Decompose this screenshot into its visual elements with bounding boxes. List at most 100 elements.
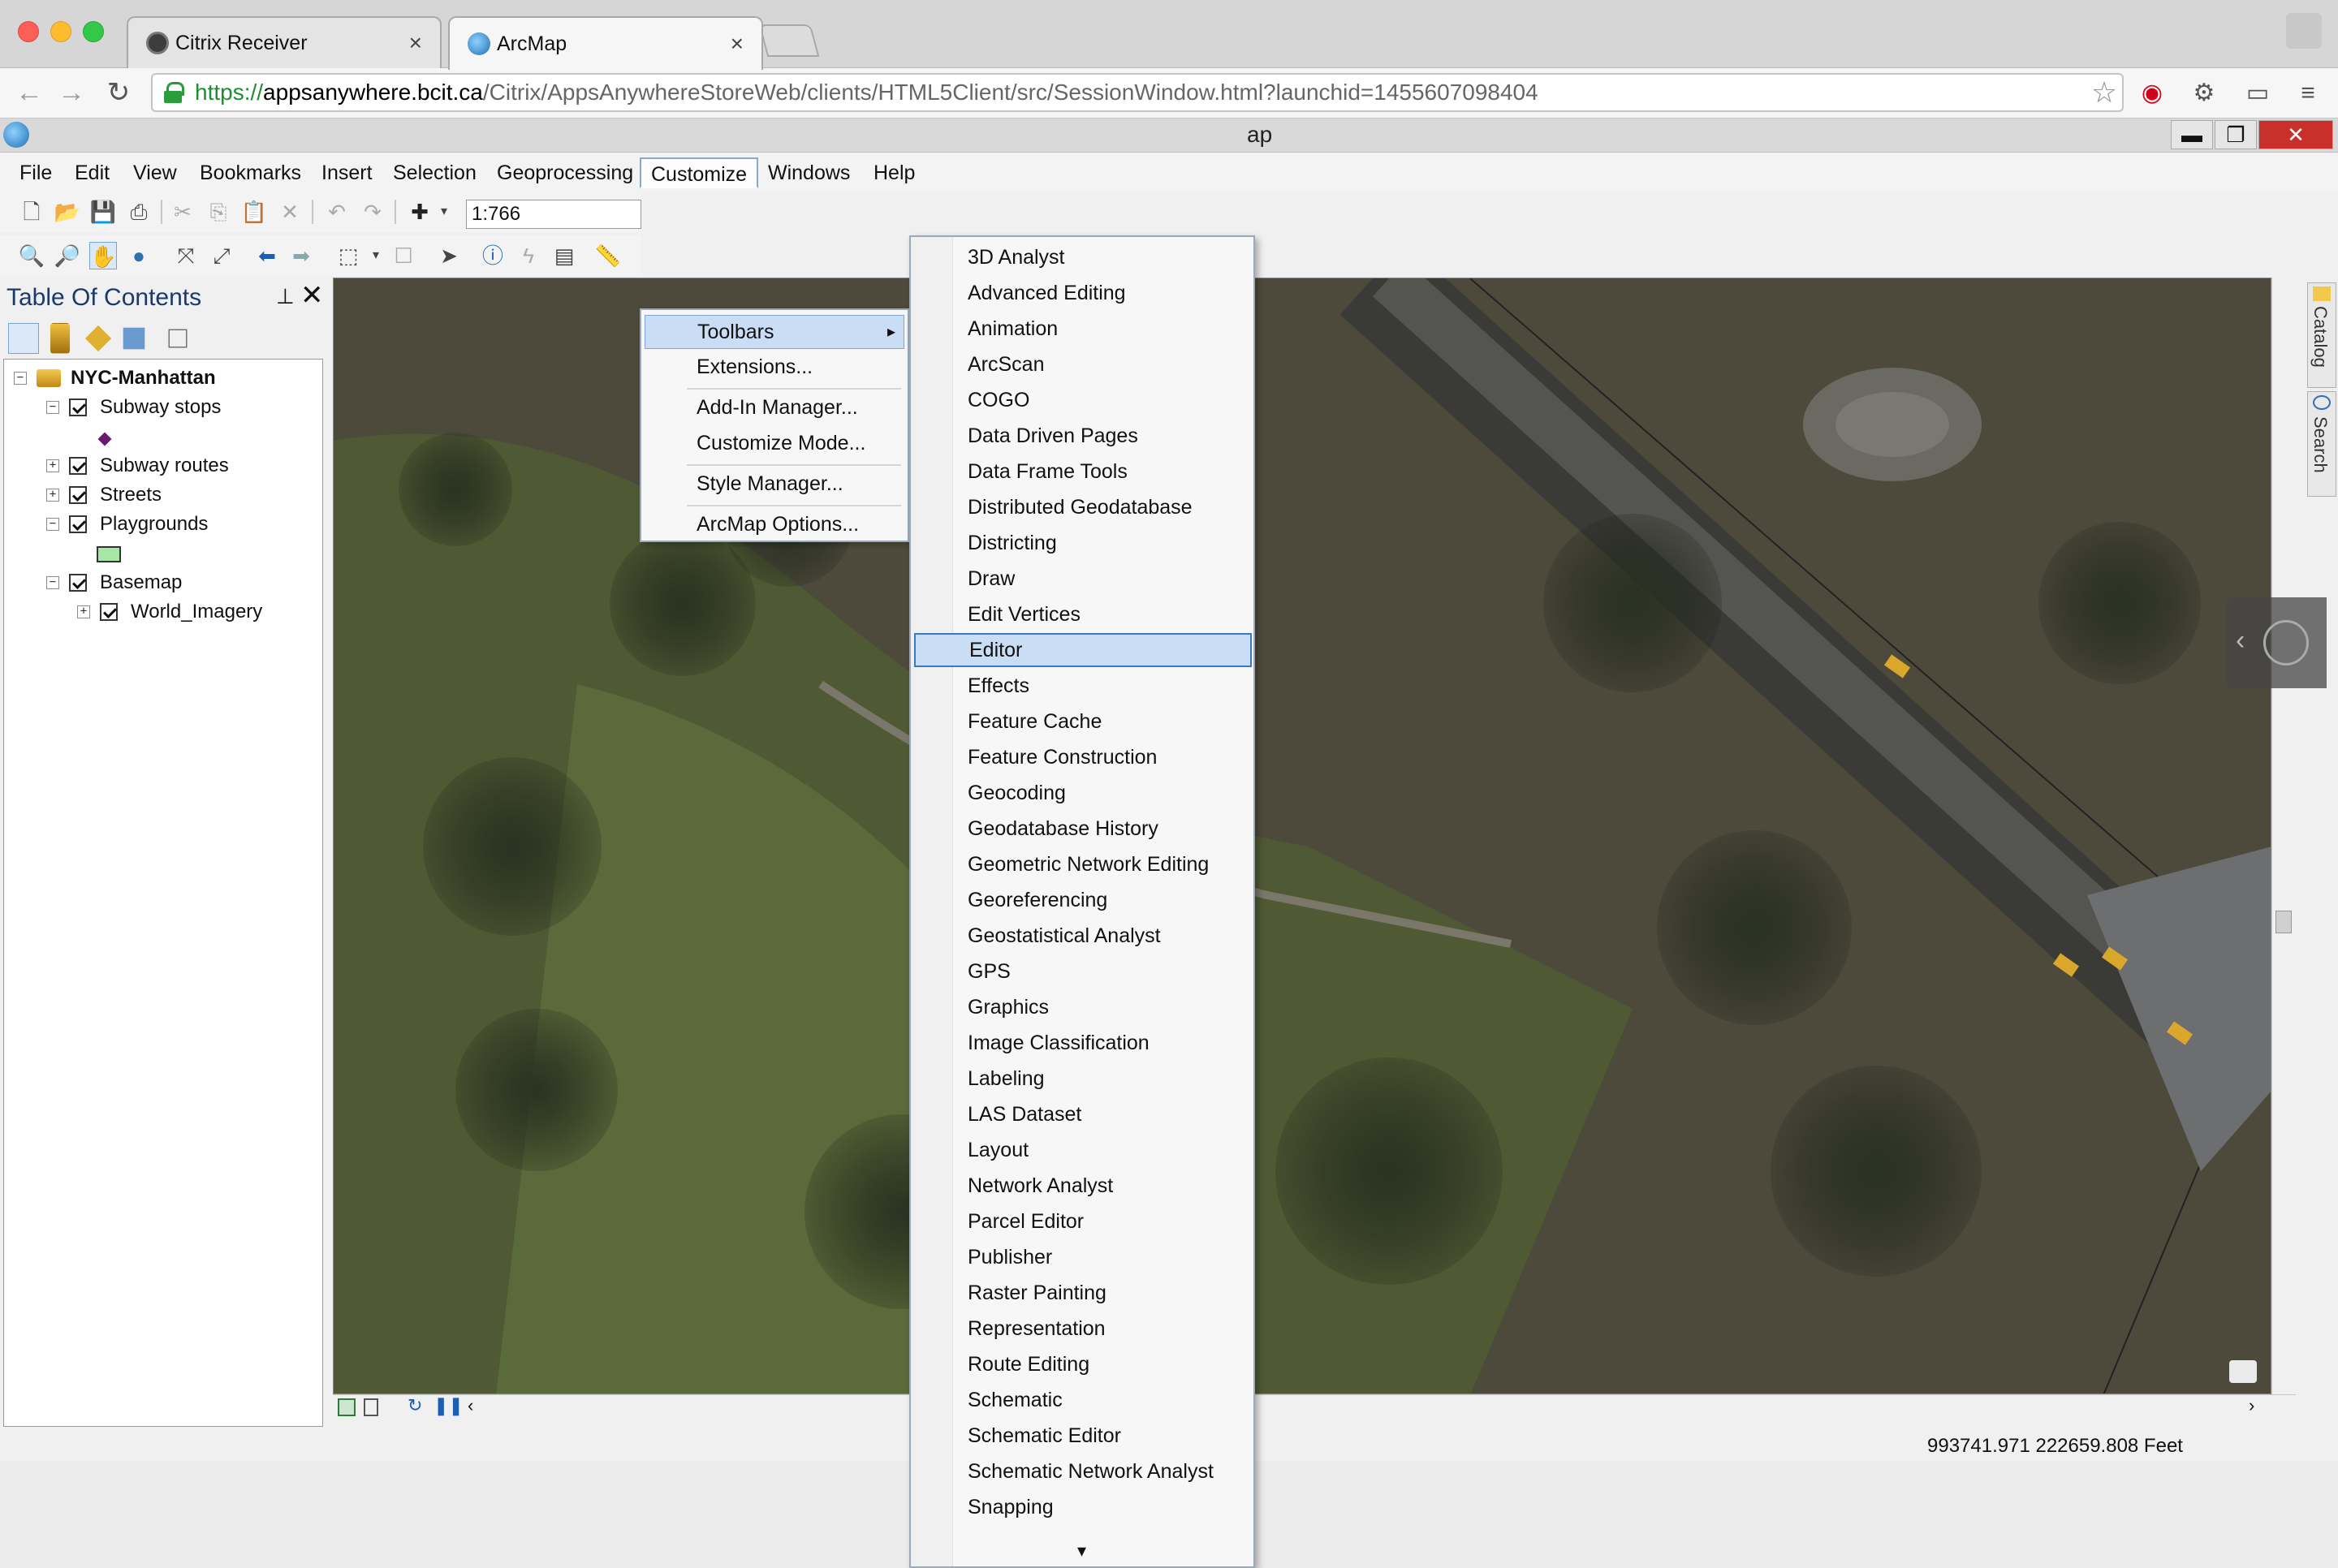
minimize-button[interactable]: ▬ <box>2171 120 2213 149</box>
list-by-source-icon[interactable] <box>50 323 70 354</box>
toolbar-menu-item-las-dataset[interactable]: LAS Dataset <box>914 1097 1252 1131</box>
menu-item-add-in-manager[interactable]: Add-In Manager... <box>645 391 904 425</box>
undo-icon[interactable]: ↶ <box>323 198 351 226</box>
toolbar-menu-item-publisher[interactable]: Publisher <box>914 1240 1252 1274</box>
collapse-icon[interactable]: − <box>46 401 59 414</box>
toolbar-menu-item-arcscan[interactable]: ArcScan <box>914 347 1252 381</box>
extension-icon[interactable]: ⚙ <box>2187 76 2221 110</box>
pause-drawing-icon[interactable]: ❚❚ <box>434 1395 464 1416</box>
identify-icon[interactable]: ⓘ <box>479 242 507 269</box>
cut-icon[interactable]: ✂ <box>169 198 196 226</box>
fixed-zoom-in-icon[interactable]: ⤧ <box>172 242 200 269</box>
collapse-icon[interactable]: − <box>46 576 59 589</box>
window-minimize-dot[interactable] <box>50 21 71 42</box>
chevron-down-icon[interactable]: ▾ <box>430 198 458 226</box>
chat-icon[interactable] <box>2229 1360 2257 1383</box>
select-elements-icon[interactable]: ➤ <box>435 242 463 269</box>
window-zoom-dot[interactable] <box>83 21 104 42</box>
options-icon[interactable] <box>168 329 188 348</box>
menu-insert[interactable]: Insert <box>312 157 382 188</box>
bookmark-star-icon[interactable]: ☆ <box>2086 75 2122 110</box>
tab-arcmap[interactable]: ArcMap × <box>448 16 763 70</box>
layer-visibility-checkbox[interactable] <box>69 457 87 475</box>
menu-icon[interactable]: ≡ <box>2291 76 2325 110</box>
map-display[interactable] <box>333 278 2271 1394</box>
catalog-dock-tab[interactable]: Catalog <box>2307 282 2336 388</box>
collapse-icon[interactable]: − <box>46 518 59 531</box>
toolbar-menu-item-graphics[interactable]: Graphics <box>914 990 1252 1024</box>
fixed-zoom-out-icon[interactable]: ⤢ <box>208 242 235 269</box>
layer-visibility-checkbox[interactable] <box>100 603 118 621</box>
zoom-in-icon[interactable]: 🔍 <box>18 242 45 269</box>
tab-citrix-receiver[interactable]: Citrix Receiver × <box>127 16 442 68</box>
layer-visibility-checkbox[interactable] <box>69 574 87 592</box>
select-features-icon[interactable]: ⬚ <box>334 242 362 269</box>
toolbar-menu-item-feature-construction[interactable]: Feature Construction <box>914 740 1252 774</box>
toolbar-menu-item-animation[interactable]: Animation <box>914 312 1252 346</box>
toolbar-menu-item-geodatabase-history[interactable]: Geodatabase History <box>914 812 1252 846</box>
refresh-icon[interactable]: ↻ <box>408 1395 422 1416</box>
save-icon[interactable]: 💾 <box>89 198 117 226</box>
map-horizontal-scrollbar[interactable]: ↻ ❚❚ ‹ › <box>333 1394 2296 1419</box>
clear-selection-icon[interactable]: ☐ <box>390 242 417 269</box>
expand-icon[interactable]: + <box>46 459 59 472</box>
back-extent-icon[interactable]: ⬅ <box>253 242 281 269</box>
scroll-down-icon[interactable]: ▾ <box>1077 1540 1086 1562</box>
toolbar-menu-item-geometric-network-editing[interactable]: Geometric Network Editing <box>914 847 1252 881</box>
back-icon[interactable]: ← <box>11 75 47 110</box>
expand-icon[interactable]: + <box>77 605 90 618</box>
cast-icon[interactable]: ▭ <box>2241 76 2275 110</box>
toolbar-menu-item-districting[interactable]: Districting <box>914 526 1252 560</box>
menu-item-arcmap-options[interactable]: ArcMap Options... <box>645 508 904 542</box>
measure-icon[interactable]: 📏 <box>594 242 622 269</box>
toolbar-menu-item-schematic[interactable]: Schematic <box>914 1383 1252 1417</box>
forward-icon[interactable]: → <box>54 75 89 110</box>
address-bar[interactable]: https://appsanywhere.bcit.ca/Citrix/Apps… <box>151 73 2124 112</box>
chevron-down-icon[interactable]: ▾ <box>362 242 390 269</box>
redo-icon[interactable]: ↷ <box>359 198 386 226</box>
close-icon[interactable]: ✕ <box>300 279 324 312</box>
toolbar-menu-item-3d-analyst[interactable]: 3D Analyst <box>914 240 1252 274</box>
reload-icon[interactable]: ↻ <box>101 75 136 110</box>
toolbar-menu-item-cogo[interactable]: COGO <box>914 383 1252 417</box>
toolbar-menu-item-data-driven-pages[interactable]: Data Driven Pages <box>914 419 1252 453</box>
menu-view[interactable]: View <box>123 157 187 188</box>
menu-item-customize-mode[interactable]: Customize Mode... <box>645 427 904 461</box>
layer-visibility-checkbox[interactable] <box>69 486 87 504</box>
toolbar-menu-item-representation[interactable]: Representation <box>914 1312 1252 1346</box>
toolbar-menu-item-geostatistical-analyst[interactable]: Geostatistical Analyst <box>914 919 1252 953</box>
menu-selection[interactable]: Selection <box>383 157 486 188</box>
toolbar-menu-item-layout[interactable]: Layout <box>914 1133 1252 1167</box>
window-close-dot[interactable] <box>18 21 39 42</box>
menu-item-toolbars[interactable]: Toolbars ▸ <box>645 315 904 349</box>
toc-layer-subway-stops[interactable]: − Subway stops <box>46 394 221 421</box>
scroll-thumb[interactable] <box>2275 911 2292 933</box>
menu-edit[interactable]: Edit <box>65 157 119 188</box>
search-dock-tab[interactable]: Search <box>2307 391 2336 497</box>
open-folder-icon[interactable]: 📂 <box>54 198 81 226</box>
toolbar-menu-item-parcel-editor[interactable]: Parcel Editor <box>914 1204 1252 1238</box>
new-document-icon[interactable]: 🗋 <box>18 198 45 226</box>
copy-icon[interactable]: ⎘ <box>205 198 232 226</box>
map-vertical-scrollbar[interactable] <box>2271 278 2296 1394</box>
layer-visibility-checkbox[interactable] <box>69 515 87 533</box>
toolbar-menu-item-labeling[interactable]: Labeling <box>914 1062 1252 1096</box>
hyperlink-icon[interactable]: ϟ <box>515 242 542 269</box>
toolbar-menu-item-feature-cache[interactable]: Feature Cache <box>914 704 1252 739</box>
toolbar-menu-item-advanced-editing[interactable]: Advanced Editing <box>914 276 1252 310</box>
toc-layer-world-imagery[interactable]: + World_Imagery <box>77 598 262 626</box>
list-by-selection-icon[interactable] <box>123 327 145 350</box>
toc-layer-basemap[interactable]: − Basemap <box>46 569 182 597</box>
toolbar-menu-item-editor[interactable]: Editor <box>914 633 1252 667</box>
profile-icon[interactable] <box>2286 13 2322 49</box>
list-by-visibility-icon[interactable] <box>84 325 112 352</box>
toolbar-menu-item-network-analyst[interactable]: Network Analyst <box>914 1169 1252 1203</box>
toolbar-menu-item-image-classification[interactable]: Image Classification <box>914 1026 1252 1060</box>
menu-windows[interactable]: Windows <box>758 157 860 188</box>
close-icon[interactable]: × <box>731 31 744 57</box>
toolbar-menu-item-gps[interactable]: GPS <box>914 954 1252 989</box>
toolbar-menu-item-raster-painting[interactable]: Raster Painting <box>914 1276 1252 1310</box>
print-icon[interactable]: ⎙ <box>125 198 153 226</box>
forward-extent-icon[interactable]: ➡ <box>287 242 315 269</box>
map-scale-input[interactable]: 1:766 <box>466 200 641 229</box>
